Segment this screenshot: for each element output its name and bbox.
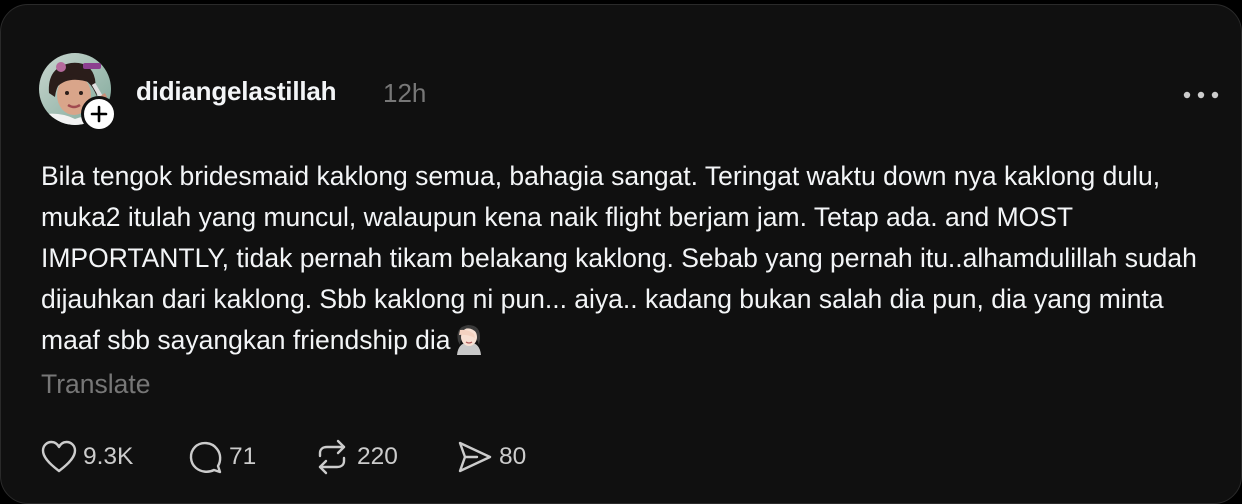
more-dots-icon [1183,91,1219,99]
heart-icon [41,440,77,473]
woman-facepalming-emoji-icon [452,321,486,367]
follow-button[interactable] [81,96,117,132]
share-count: 80 [499,443,527,470]
post-body: Bila tengok bridesmaid kaklong semua, ba… [41,156,1216,367]
post-text: Bila tengok bridesmaid kaklong semua, ba… [41,161,1205,355]
reply-count: 71 [229,443,257,470]
thread-post-card: didiangelastillah 12h Bila tengok brides… [0,4,1242,504]
more-options-button[interactable] [1179,81,1223,109]
repost-count: 220 [357,443,398,470]
reply-button[interactable]: 71 [187,437,313,477]
post-timestamp: 12h [383,78,427,108]
share-button[interactable]: 80 [457,437,526,477]
plus-icon [90,105,108,123]
like-button[interactable]: 9.3K [41,437,187,477]
send-icon [458,441,492,473]
post-actions-bar: 9.3K 71 220 80 [41,437,526,477]
repost-icon [318,439,346,475]
comment-icon [189,441,222,474]
username-link[interactable]: didiangelastillah [136,76,337,107]
repost-button[interactable]: 220 [313,437,457,477]
like-count: 9.3K [83,443,134,470]
translate-link[interactable]: Translate [41,369,150,400]
